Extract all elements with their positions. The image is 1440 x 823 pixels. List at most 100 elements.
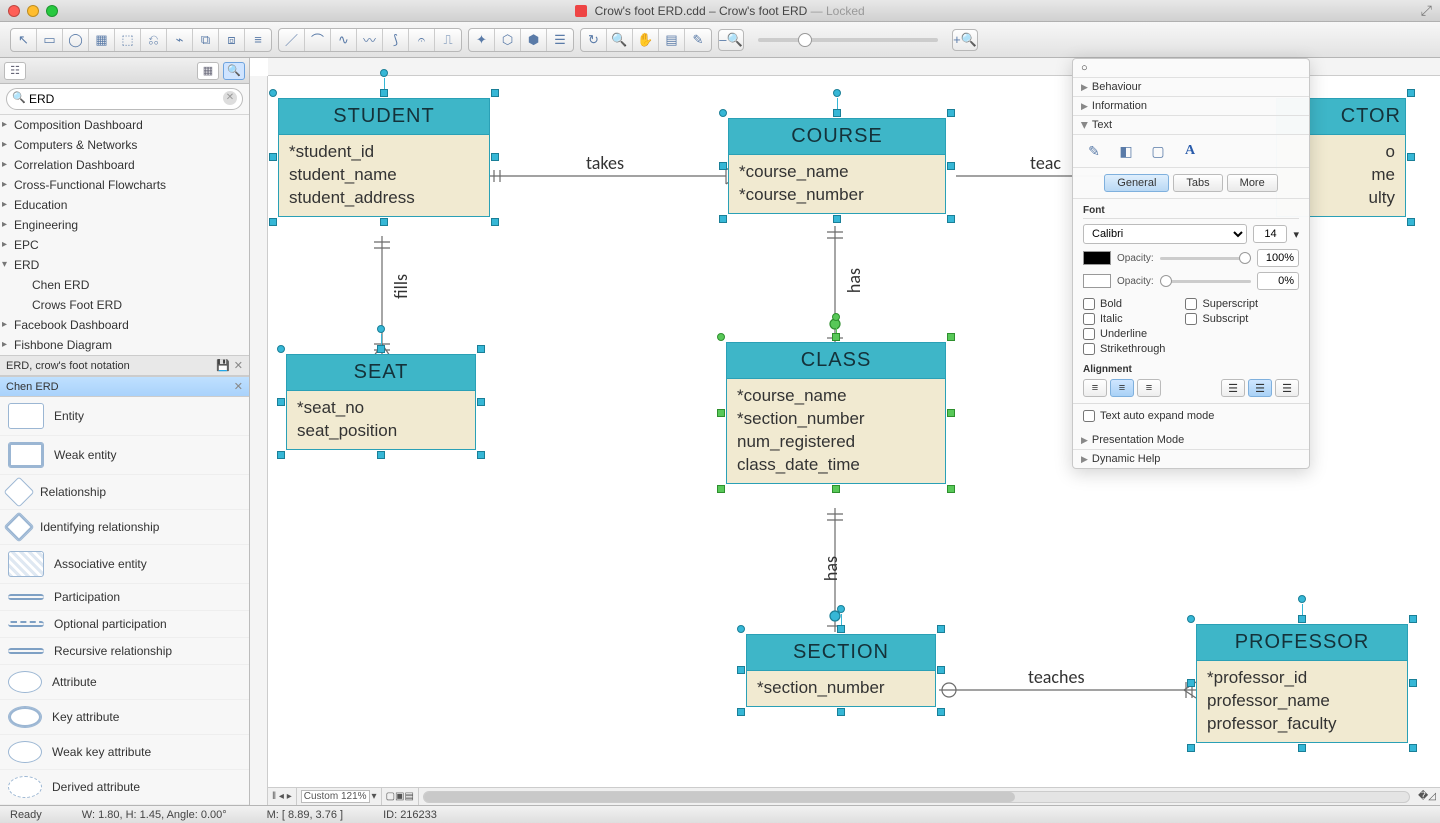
- text-style-icon[interactable]: A: [1179, 141, 1201, 161]
- ellipse-tool[interactable]: ◯: [63, 29, 89, 51]
- underline-color-icon[interactable]: ✎: [1083, 141, 1105, 161]
- tab-general[interactable]: General: [1104, 174, 1169, 192]
- tab-tabs[interactable]: Tabs: [1173, 174, 1222, 192]
- tree-child[interactable]: Crows Foot ERD: [0, 295, 249, 315]
- opacity-slider-1[interactable]: [1160, 257, 1251, 260]
- lib-item[interactable]: Participation: [0, 584, 249, 611]
- library-header-chen[interactable]: Chen ERD ✕: [0, 376, 249, 397]
- line-tool[interactable]: ／: [279, 29, 305, 51]
- select-tool[interactable]: ↖: [11, 29, 37, 51]
- align-right-button[interactable]: ≡: [1137, 379, 1161, 397]
- entity-professor[interactable]: PROFESSOR *professor_id professor_name p…: [1196, 624, 1408, 743]
- zoom-dropdown-icon[interactable]: ▾: [372, 791, 377, 802]
- lib2-tool[interactable]: ⬡: [495, 29, 521, 51]
- highlight-icon[interactable]: ◧: [1115, 141, 1137, 161]
- opacity-value-2[interactable]: [1257, 272, 1299, 290]
- valign-bot-button[interactable]: ☰: [1275, 379, 1299, 397]
- save-lib-icon[interactable]: 💾: [216, 359, 230, 372]
- tree-node[interactable]: ▸Computers & Networks: [0, 135, 249, 155]
- bezier-tool[interactable]: 𝄐: [409, 29, 435, 51]
- ortho-tool[interactable]: ⎍: [435, 29, 461, 51]
- arc-tool[interactable]: ⌒: [305, 29, 331, 51]
- lib3-tool[interactable]: ⬢: [521, 29, 547, 51]
- tree-node[interactable]: ▸Fishbone Diagram: [0, 335, 249, 355]
- zoom-in-button[interactable]: +🔍: [952, 29, 978, 51]
- italic-check[interactable]: Italic: [1083, 313, 1165, 325]
- inspector-behaviour[interactable]: ▶Behaviour: [1073, 78, 1309, 97]
- valign-top-button[interactable]: ☰: [1221, 379, 1245, 397]
- zoom-tool[interactable]: 🔍: [607, 29, 633, 51]
- smart-tool[interactable]: ∿: [331, 29, 357, 51]
- zoom-slider[interactable]: [758, 38, 938, 42]
- resize-grip-icon[interactable]: �◿: [1414, 788, 1440, 805]
- entity-course[interactable]: COURSE *course_name *course_number: [728, 118, 946, 214]
- close-lib-icon[interactable]: ✕: [234, 380, 243, 393]
- inspector-radio[interactable]: ○: [1073, 59, 1309, 78]
- search-tab[interactable]: 🔍: [223, 62, 245, 80]
- align-left-button[interactable]: ≡: [1083, 379, 1107, 397]
- branch-tool[interactable]: ⎌: [141, 29, 167, 51]
- lib-item[interactable]: Recursive relationship: [0, 638, 249, 665]
- inspector-information[interactable]: ▶Information: [1073, 97, 1309, 116]
- text-color-swatch[interactable]: [1083, 251, 1111, 265]
- lib4-tool[interactable]: ☰: [547, 29, 573, 51]
- present-tool[interactable]: ▤: [659, 29, 685, 51]
- bold-check[interactable]: Bold: [1083, 298, 1165, 310]
- super-check[interactable]: Superscript: [1185, 298, 1258, 310]
- bg-color-swatch[interactable]: [1083, 274, 1111, 288]
- inspector-panel[interactable]: ○ ▶Behaviour ▶Information ▶Text ✎ ◧ ▢ A …: [1072, 58, 1310, 469]
- lib-item[interactable]: Key attribute: [0, 700, 249, 735]
- close-lib-icon[interactable]: ✕: [234, 359, 243, 372]
- tree-node[interactable]: ▸Correlation Dashboard: [0, 155, 249, 175]
- round-tool[interactable]: ⟆: [383, 29, 409, 51]
- opacity-value-1[interactable]: [1257, 249, 1299, 267]
- tree-node[interactable]: ▸Facebook Dashboard: [0, 315, 249, 335]
- zoom-select[interactable]: Custom 121%: [301, 790, 370, 803]
- auto-expand-check[interactable]: Text auto expand mode: [1083, 410, 1299, 422]
- lib-item[interactable]: Weak key attribute: [0, 735, 249, 770]
- library-search-input[interactable]: [6, 88, 243, 110]
- valign-mid-button[interactable]: ☰: [1248, 379, 1272, 397]
- page-nav[interactable]: ‖ ◂ ▸: [268, 788, 297, 805]
- entity-section[interactable]: SECTION *section_number: [746, 634, 936, 707]
- align-center-button[interactable]: ≡: [1110, 379, 1134, 397]
- inspector-text[interactable]: ▶Text: [1073, 116, 1309, 135]
- lib-item[interactable]: Associative entity: [0, 545, 249, 584]
- refresh-tool[interactable]: ↻: [581, 29, 607, 51]
- ungroup-tool[interactable]: ⧈: [219, 29, 245, 51]
- view-mode-toggle[interactable]: ▢▣▤: [382, 788, 419, 805]
- lib-item[interactable]: Identifying relationship: [0, 510, 249, 545]
- tree-node[interactable]: ▸Composition Dashboard: [0, 115, 249, 135]
- lib-item[interactable]: Entity: [0, 397, 249, 436]
- lib-item[interactable]: Derived attribute: [0, 770, 249, 805]
- underline-check[interactable]: Underline: [1083, 328, 1165, 340]
- align-tool[interactable]: ≡: [245, 29, 271, 51]
- lib-item[interactable]: Weak entity: [0, 436, 249, 475]
- rect-tool[interactable]: ▭: [37, 29, 63, 51]
- zoom-out-button[interactable]: –🔍: [718, 29, 744, 51]
- inspector-presentation[interactable]: ▶Presentation Mode: [1073, 431, 1309, 450]
- tree-node[interactable]: ▸Education: [0, 195, 249, 215]
- entity-seat[interactable]: SEAT *seat_no seat_position: [286, 354, 476, 450]
- tree-view-tab[interactable]: ☷: [4, 62, 26, 80]
- tree-node-erd[interactable]: ▾ERD: [0, 255, 249, 275]
- eyedrop-tool[interactable]: ✎: [685, 29, 711, 51]
- lib-item[interactable]: Relationship: [0, 475, 249, 510]
- hscrollbar[interactable]: [423, 791, 1410, 803]
- lib1-tool[interactable]: ✦: [469, 29, 495, 51]
- library-header-crow[interactable]: ERD, crow's foot notation 💾✕: [0, 355, 249, 376]
- lib-item[interactable]: Attribute: [0, 665, 249, 700]
- group-tool[interactable]: ⧉: [193, 29, 219, 51]
- pan-tool[interactable]: ✋: [633, 29, 659, 51]
- opacity-slider-2[interactable]: [1160, 280, 1251, 283]
- inspector-dynamic-help[interactable]: ▶Dynamic Help: [1073, 450, 1309, 468]
- entity-class[interactable]: CLASS *course_name *section_number num_r…: [726, 342, 946, 484]
- library-items[interactable]: Entity Weak entity Relationship Identify…: [0, 397, 249, 805]
- tree-node[interactable]: ▸Engineering: [0, 215, 249, 235]
- strike-check[interactable]: Strikethrough: [1083, 343, 1165, 355]
- tree-child[interactable]: Chen ERD: [0, 275, 249, 295]
- tree-node[interactable]: ▸Cross-Functional Flowcharts: [0, 175, 249, 195]
- sub-check[interactable]: Subscript: [1185, 313, 1258, 325]
- tab-more[interactable]: More: [1227, 174, 1278, 192]
- font-size-input[interactable]: [1253, 225, 1287, 243]
